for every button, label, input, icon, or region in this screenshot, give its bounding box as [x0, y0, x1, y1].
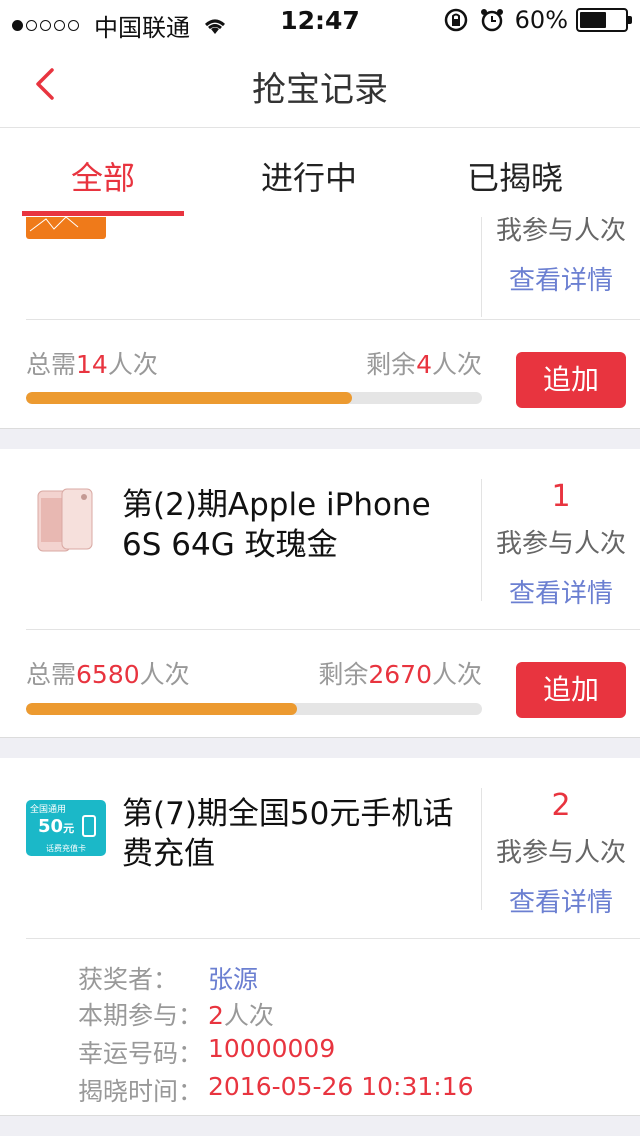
row-divider	[26, 319, 640, 320]
remaining-count: 剩余2670人次	[318, 660, 482, 689]
participation-label: 本期参与：	[78, 1001, 204, 1030]
record-card: 我参与人次 查看详情 总需14人次 剩余4人次 追加	[0, 217, 640, 429]
winner-name[interactable]: 张源	[208, 960, 258, 996]
view-details-link[interactable]: 查看详情	[482, 882, 640, 919]
lucky-number: 10000009	[208, 1034, 336, 1063]
progress-fill	[26, 392, 353, 404]
total-needed: 总需6580人次	[26, 660, 190, 689]
product-graphic-icon	[29, 217, 79, 232]
product-title[interactable]: 第(2)期Apple iPhone 6S 64G 玫瑰金	[122, 485, 462, 565]
view-details-link[interactable]: 查看详情	[482, 260, 640, 297]
my-participation-count: 2	[551, 788, 571, 823]
progress-bar	[26, 703, 482, 715]
record-card: 第(2)期Apple iPhone 6S 64G 玫瑰金 1 我参与人次 查看详…	[0, 449, 640, 738]
my-participation-label: 我参与人次	[495, 217, 626, 246]
status-bar: 中国联通 12:47 60%	[0, 0, 640, 42]
remaining-count: 剩余4人次	[366, 350, 482, 379]
record-list[interactable]: 我参与人次 查看详情 总需14人次 剩余4人次 追加 第(2)期Apple iP…	[0, 217, 640, 1136]
alarm-icon	[480, 9, 503, 32]
orientation-lock-icon	[444, 8, 467, 32]
tab-all[interactable]: 全部	[22, 153, 184, 199]
progress-bar	[26, 392, 482, 404]
battery-percent: 60%	[514, 6, 568, 34]
tab-revealed[interactable]: 已揭晓	[434, 153, 596, 199]
product-title[interactable]: 第(7)期全国50元手机话费充值	[122, 794, 462, 874]
phone-icon	[82, 815, 96, 837]
iphone-image-icon	[37, 488, 93, 552]
record-card-revealed: 全国通用 50元 话费充值卡 第(7)期全国50元手机话费充值 2 我参与人次 …	[0, 758, 640, 1116]
add-more-button[interactable]: 追加	[516, 352, 626, 408]
winner-label: 获奖者：	[78, 965, 179, 994]
product-thumbnail	[26, 217, 106, 239]
filter-tabs: 全部 进行中 已揭晓	[0, 129, 640, 217]
product-thumbnail: 全国通用 50元 话费充值卡	[26, 800, 106, 856]
row-divider	[26, 629, 640, 630]
card-bottom-text: 话费充值卡	[46, 844, 86, 853]
battery-icon	[576, 8, 632, 32]
card-value-text: 50元	[38, 816, 75, 837]
my-participation-label: 我参与人次	[495, 529, 626, 559]
product-thumbnail	[26, 481, 106, 561]
view-details-link[interactable]: 查看详情	[482, 573, 640, 610]
my-participation-label: 我参与人次	[495, 838, 626, 868]
card-top-text: 全国通用	[30, 805, 67, 815]
tab-indicator	[22, 211, 184, 216]
status-right: 60%	[443, 6, 632, 34]
row-divider	[26, 938, 640, 939]
page-title: 抢宝记录	[252, 70, 388, 110]
my-participation-count: 1	[551, 479, 571, 514]
total-needed: 总需14人次	[26, 350, 158, 379]
participation-value: 2人次	[208, 1001, 274, 1030]
add-more-button[interactable]: 追加	[516, 662, 626, 718]
progress-fill	[26, 703, 297, 715]
lucky-number-label: 幸运号码：	[78, 1039, 204, 1068]
tab-in-progress[interactable]: 进行中	[228, 153, 390, 199]
reveal-time: 2016-05-26 10:31:16	[208, 1072, 474, 1101]
reveal-time-label: 揭晓时间：	[78, 1077, 204, 1106]
nav-bar: 抢宝记录	[0, 40, 640, 128]
